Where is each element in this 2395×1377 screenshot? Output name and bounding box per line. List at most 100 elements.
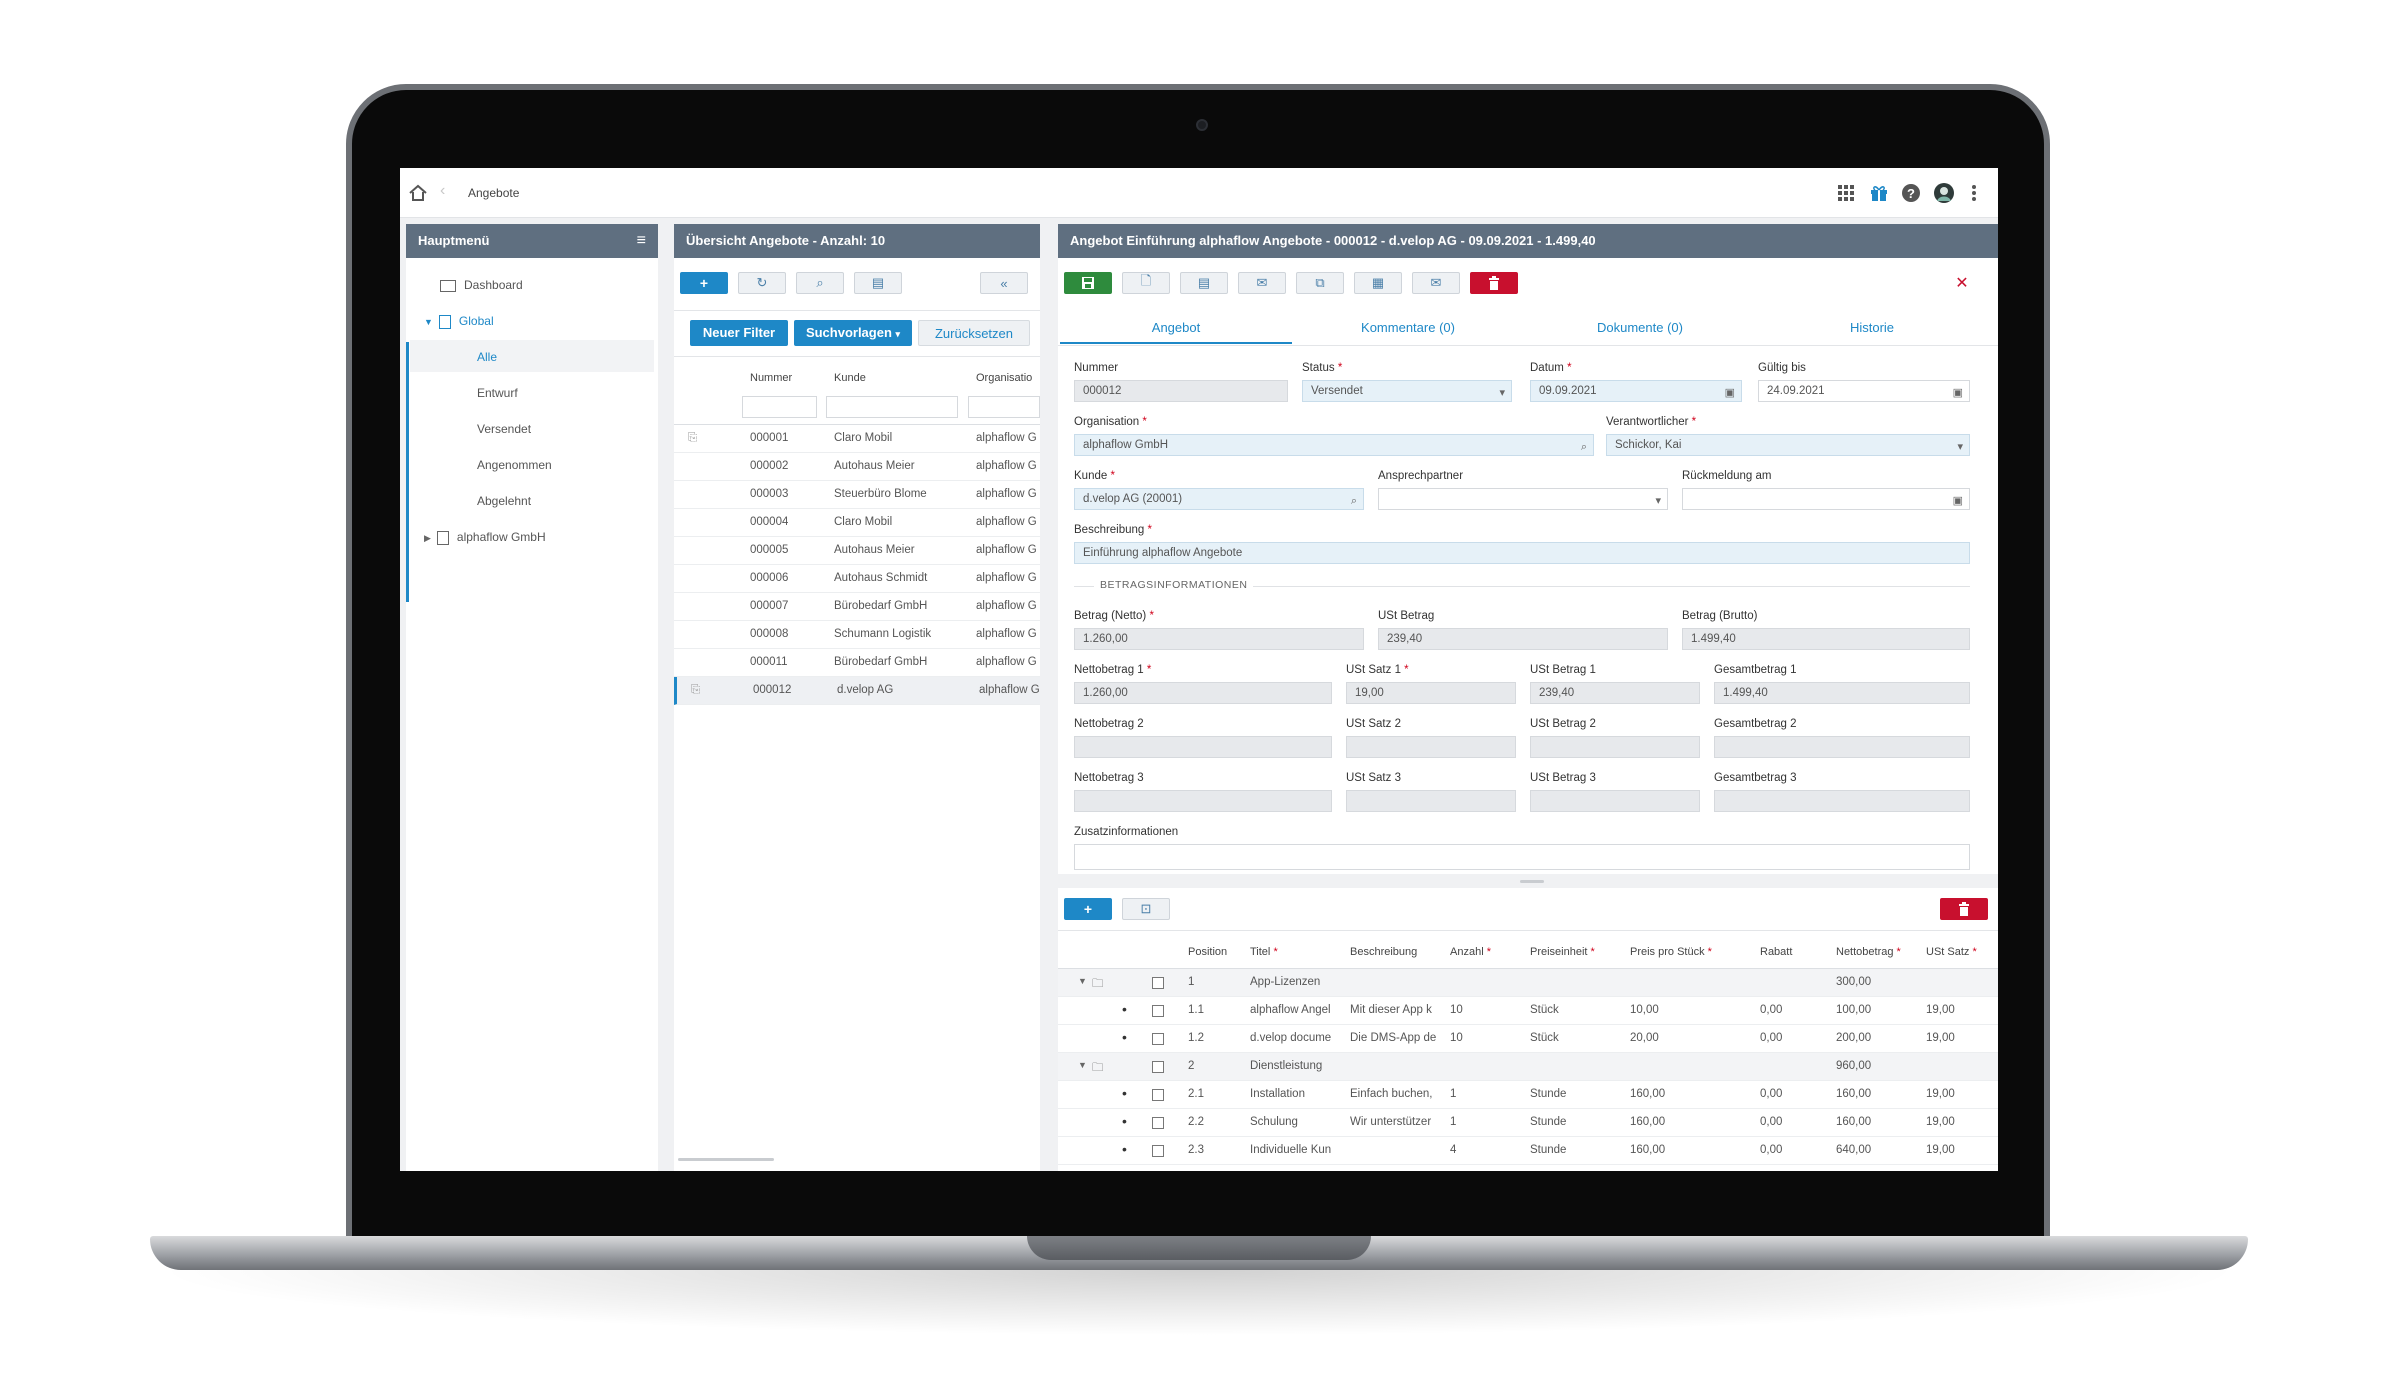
- chevron-down-icon[interactable]: ▼: [1078, 976, 1087, 986]
- netto1-field[interactable]: 1.260,00: [1074, 682, 1332, 704]
- verantwortlicher-select[interactable]: Schickor, Kai ▾: [1606, 434, 1970, 456]
- ustbetrag1-field[interactable]: 239,40: [1530, 682, 1700, 704]
- search-list-icon[interactable]: ⌕: [796, 272, 844, 294]
- table-row[interactable]: ⎘ 000001 Claro Mobil alphaflow G: [674, 425, 1040, 453]
- menu-item-entwurf[interactable]: Entwurf: [477, 386, 518, 400]
- betrag-brutto-field[interactable]: 1.499,40: [1682, 628, 1970, 650]
- export-icon[interactable]: ▤: [1180, 272, 1228, 294]
- menu-item-angenommen[interactable]: Angenommen: [477, 458, 552, 472]
- delete-button[interactable]: [1470, 272, 1518, 294]
- gift-icon[interactable]: [1867, 181, 1891, 205]
- group-row[interactable]: ▼ 🗀 1 App-Lizenzen 300,00: [1058, 969, 1998, 997]
- filter-nummer-input[interactable]: [742, 396, 817, 418]
- netto3-field[interactable]: [1074, 790, 1332, 812]
- reset-button[interactable]: Zurücksetzen: [918, 320, 1030, 346]
- collapse-icon[interactable]: «: [980, 272, 1028, 294]
- kunde-field[interactable]: d.velop AG (20001) ⌕: [1074, 488, 1364, 510]
- menu-item-alle[interactable]: Alle: [410, 340, 654, 372]
- refresh-icon[interactable]: ↻: [738, 272, 786, 294]
- row-checkbox[interactable]: [1152, 1033, 1164, 1045]
- splitter-handle[interactable]: [1520, 880, 1544, 883]
- table-row[interactable]: 000008 Schumann Logistik alphaflow G: [674, 621, 1040, 649]
- col-preis[interactable]: Preis pro Stück *: [1630, 946, 1712, 958]
- col-preiseinheit[interactable]: Preiseinheit *: [1530, 946, 1595, 958]
- col-titel[interactable]: Titel *: [1250, 946, 1278, 958]
- menu-item-global[interactable]: ▼ Global: [424, 314, 494, 329]
- menu-item-dashboard[interactable]: Dashboard: [440, 278, 523, 292]
- import-icon[interactable]: ⊡: [1122, 898, 1170, 920]
- filter-kunde-input[interactable]: [826, 396, 958, 418]
- row-checkbox[interactable]: [1152, 1061, 1164, 1073]
- filter-organisation-input[interactable]: [968, 396, 1040, 418]
- export-icon[interactable]: ▤: [854, 272, 902, 294]
- table-row[interactable]: 000007 Bürobedarf GmbH alphaflow G: [674, 593, 1040, 621]
- col-rabatt[interactable]: Rabatt: [1760, 946, 1792, 958]
- col-nummer[interactable]: Nummer: [750, 372, 792, 384]
- document-icon[interactable]: 🗋: [1122, 272, 1170, 294]
- col-organisation[interactable]: Organisatio: [976, 372, 1032, 384]
- row-checkbox[interactable]: [1152, 977, 1164, 989]
- table-row[interactable]: • 1.2 d.velop docume Die DMS-App de 10 Stück 2…: [1058, 1025, 1998, 1053]
- col-beschreibung[interactable]: Beschreibung: [1350, 946, 1417, 958]
- status-select[interactable]: Versendet ▾: [1302, 380, 1512, 402]
- help-icon[interactable]: ?: [1899, 181, 1923, 205]
- tab-kommentare[interactable]: Kommentare (0): [1292, 312, 1524, 344]
- nummer-field[interactable]: 000012: [1074, 380, 1288, 402]
- row-checkbox[interactable]: [1152, 1117, 1164, 1129]
- delete-position-button[interactable]: [1940, 898, 1988, 920]
- add-button[interactable]: +: [680, 272, 728, 294]
- menu-item-abgelehnt[interactable]: Abgelehnt: [477, 494, 531, 508]
- datum-field[interactable]: 09.09.2021 ▣: [1530, 380, 1742, 402]
- tab-dokumente[interactable]: Dokumente (0): [1524, 312, 1756, 344]
- ust-betrag-field[interactable]: 239,40: [1378, 628, 1668, 650]
- hamburger-icon[interactable]: ≡: [637, 224, 646, 258]
- menu-item-alphaflow[interactable]: ▶ alphaflow GmbH: [424, 530, 546, 545]
- calculator-icon[interactable]: ▦: [1354, 272, 1402, 294]
- ustsatz1-field[interactable]: 19,00: [1346, 682, 1516, 704]
- table-row[interactable]: 000011 Bürobedarf GmbH alphaflow G: [674, 649, 1040, 677]
- ustbetrag2-field[interactable]: [1530, 736, 1700, 758]
- chevron-down-icon[interactable]: ▼: [1078, 1060, 1087, 1070]
- table-row[interactable]: 000005 Autohaus Meier alphaflow G: [674, 537, 1040, 565]
- gesamt3-field[interactable]: [1714, 790, 1970, 812]
- breadcrumb[interactable]: Angebote: [468, 186, 519, 200]
- rueckmeldung-field[interactable]: ▣: [1682, 488, 1970, 510]
- horizontal-scrollbar[interactable]: [678, 1158, 774, 1161]
- ansprechpartner-select[interactable]: ▾: [1378, 488, 1668, 510]
- row-checkbox[interactable]: [1152, 1005, 1164, 1017]
- ustsatz3-field[interactable]: [1346, 790, 1516, 812]
- home-icon[interactable]: [407, 182, 429, 204]
- new-filter-button[interactable]: Neuer Filter: [690, 320, 788, 346]
- mail-icon[interactable]: ✉: [1238, 272, 1286, 294]
- row-checkbox[interactable]: [1152, 1089, 1164, 1101]
- table-row[interactable]: 000004 Claro Mobil alphaflow G: [674, 509, 1040, 537]
- col-anzahl[interactable]: Anzahl *: [1450, 946, 1491, 958]
- col-position[interactable]: Position: [1188, 946, 1227, 958]
- netto2-field[interactable]: [1074, 736, 1332, 758]
- group-row[interactable]: ▼ 🗀 2 Dienstleistung 960,00: [1058, 1053, 1998, 1081]
- add-position-button[interactable]: +: [1064, 898, 1112, 920]
- ustsatz2-field[interactable]: [1346, 736, 1516, 758]
- col-kunde[interactable]: Kunde: [834, 372, 866, 384]
- table-row[interactable]: • 1.1 alphaflow Angel Mit dieser App k 10 Stü…: [1058, 997, 1998, 1025]
- table-row[interactable]: ⎘ 000012 d.velop AG alphaflow G: [674, 677, 1040, 705]
- table-row[interactable]: 000002 Autohaus Meier alphaflow G: [674, 453, 1040, 481]
- table-row[interactable]: • 2.2 Schulung Wir unterstützer 1 Stunde 160,0…: [1058, 1109, 1998, 1137]
- copy-icon[interactable]: ⧉: [1296, 272, 1344, 294]
- close-icon[interactable]: ✕: [1938, 272, 1986, 294]
- table-row[interactable]: • 2.3 Individuelle Kun 4 Stunde 160,00 0,00 640…: [1058, 1137, 1998, 1165]
- col-nettobetrag[interactable]: Nettobetrag *: [1836, 946, 1901, 958]
- more-vertical-icon[interactable]: [1962, 181, 1986, 205]
- ustbetrag3-field[interactable]: [1530, 790, 1700, 812]
- avatar[interactable]: [1932, 181, 1956, 205]
- table-row[interactable]: 000003 Steuerbüro Blome alphaflow G: [674, 481, 1040, 509]
- organisation-field[interactable]: alphaflow GmbH ⌕: [1074, 434, 1594, 456]
- gueltig-field[interactable]: 24.09.2021 ▣: [1758, 380, 1970, 402]
- table-row[interactable]: • 2.1 Installation Einfach buchen, 1 Stunde 16…: [1058, 1081, 1998, 1109]
- table-row[interactable]: 000006 Autohaus Schmidt alphaflow G: [674, 565, 1040, 593]
- apps-grid-icon[interactable]: [1834, 181, 1858, 205]
- col-ust-satz[interactable]: USt Satz *: [1926, 946, 1977, 958]
- tab-angebot[interactable]: Angebot: [1060, 312, 1292, 344]
- gesamt2-field[interactable]: [1714, 736, 1970, 758]
- beschreibung-field[interactable]: Einführung alphaflow Angebote: [1074, 542, 1970, 564]
